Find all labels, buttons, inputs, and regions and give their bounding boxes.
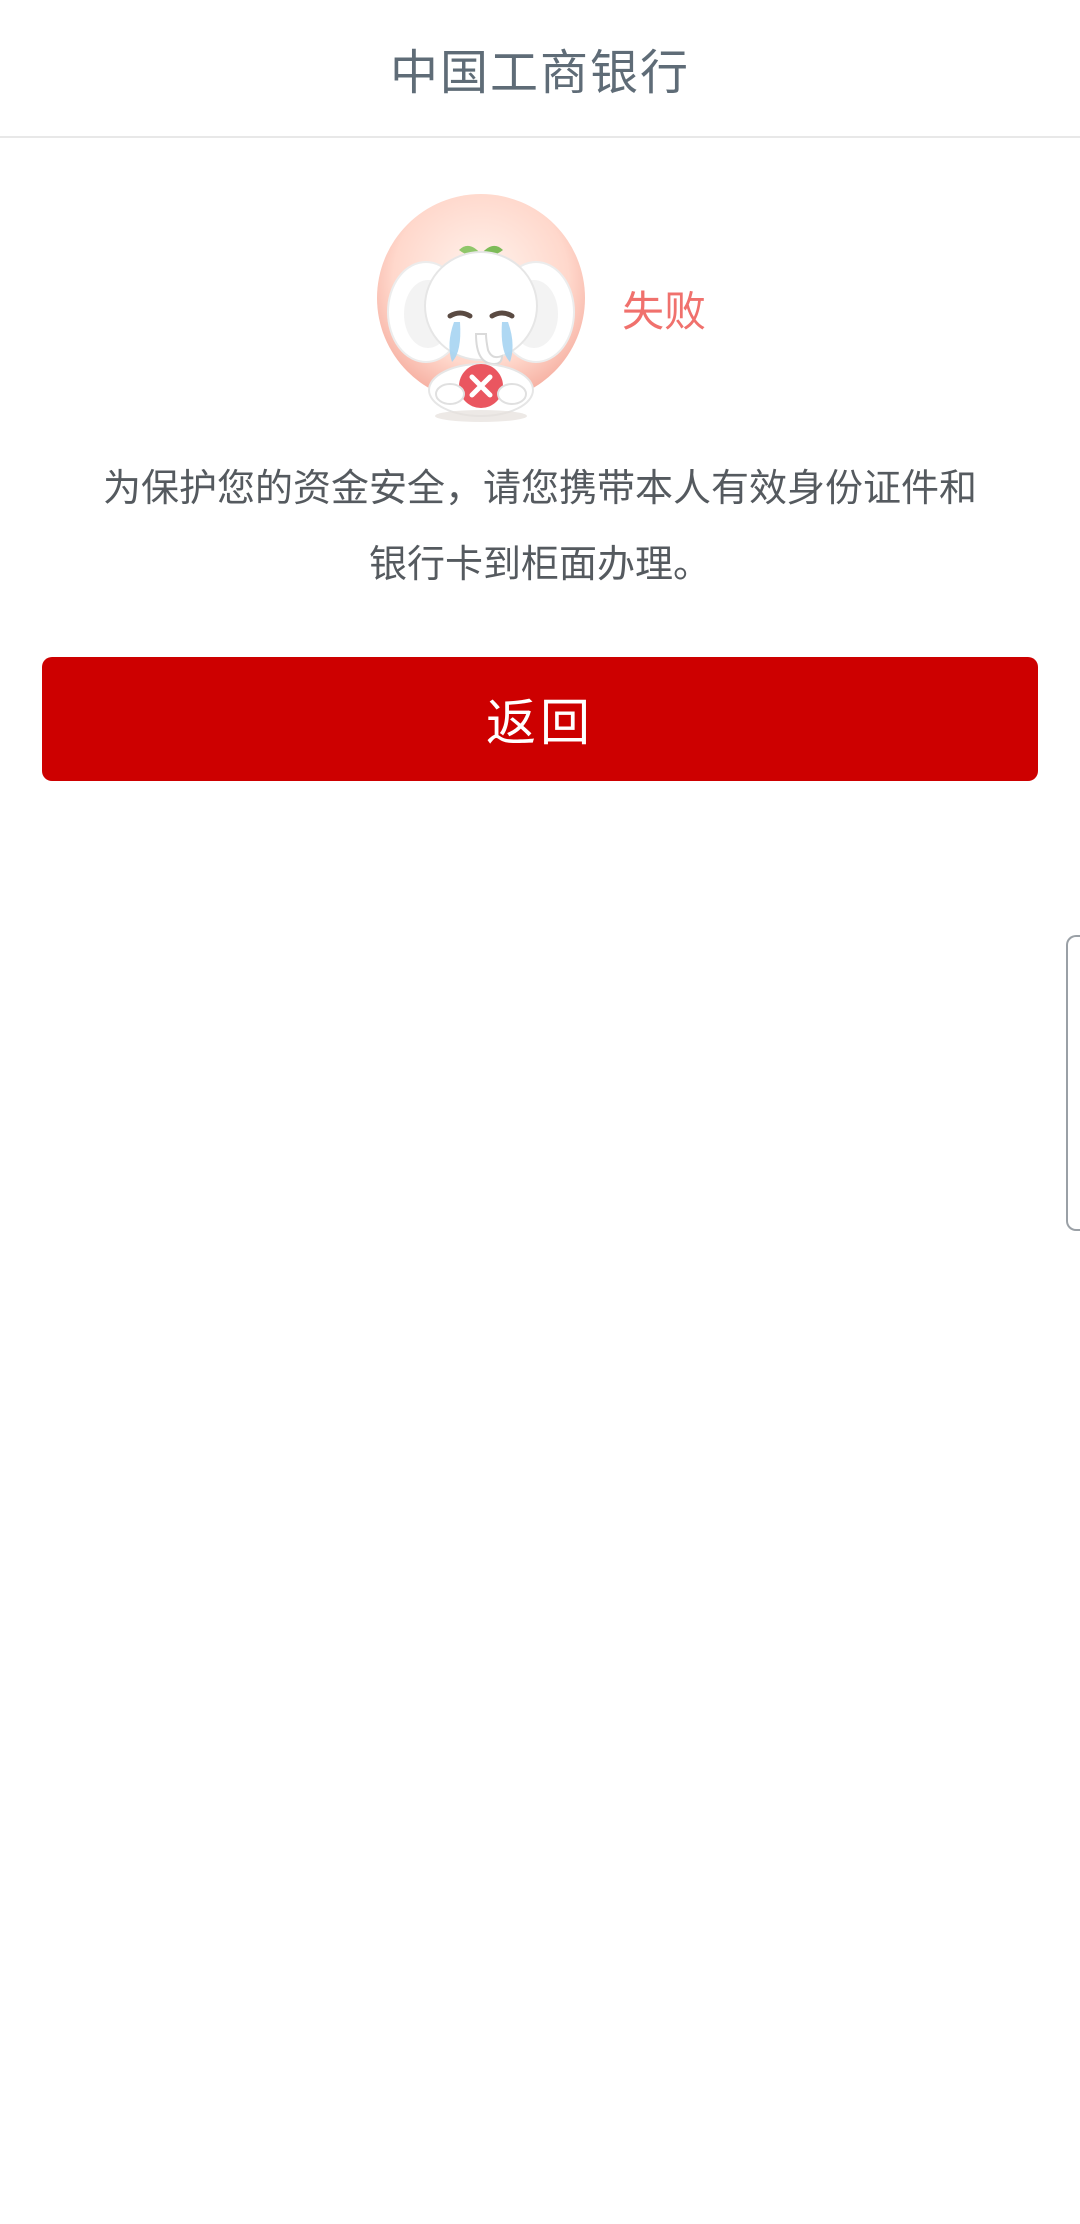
page-title: 中国工商银行 xyxy=(389,45,690,101)
side-drawer-handle[interactable] xyxy=(1066,935,1080,1231)
crying-elephant-mascot-icon xyxy=(376,194,586,424)
app-header: 中国工商银行 xyxy=(0,0,1080,138)
status-label: 失败 xyxy=(622,287,707,336)
result-page: 中国工商银行 失败 为保护您的资金安全，请您携带本人有效身份证件和银行卡到柜面办… xyxy=(0,0,1080,2224)
status-row: 失败 xyxy=(0,194,1080,424)
failure-message: 为保护您的资金安全，请您携带本人有效身份证件和银行卡到柜面办理。 xyxy=(102,466,977,586)
back-button[interactable]: 返回 xyxy=(42,657,1038,781)
